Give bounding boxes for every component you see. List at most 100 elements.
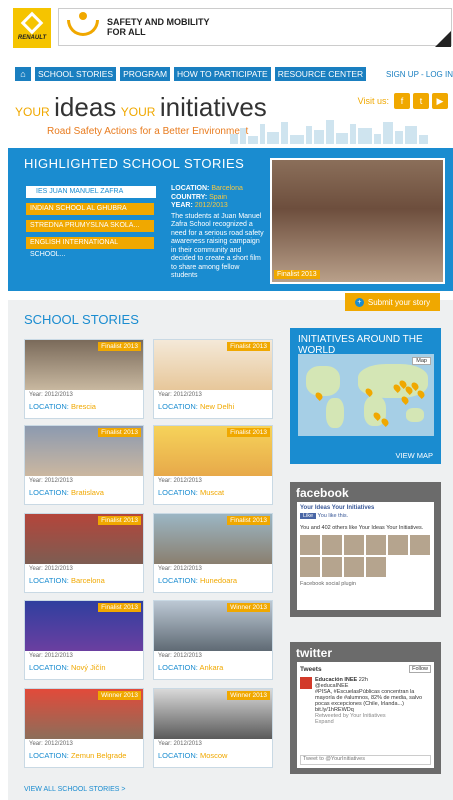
tagline-your-1: YOUR: [15, 105, 50, 119]
highlight-info: LOCATION: Barcelona COUNTRY: Spain YEAR:…: [171, 185, 266, 281]
tweet-avatar[interactable]: [300, 677, 312, 689]
story-card[interactable]: Finalist 2013 Year: 2012/2013 LOCATION: …: [24, 425, 144, 505]
submit-label: Submit your story: [367, 297, 431, 307]
fb-fan-avatar[interactable]: [410, 535, 430, 555]
highlighted-stories-panel: HIGHLIGHTED SCHOOL STORIES IES JUAN MANU…: [8, 148, 453, 291]
fb-fan-avatar[interactable]: [366, 557, 386, 577]
mobility-figure-icon: [67, 12, 101, 42]
highlight-description: The students at Juan Manuel Zafra School…: [171, 212, 264, 280]
fb-fan-avatar[interactable]: [344, 535, 364, 555]
story-card[interactable]: Finalist 2013 Year: 2012/2013 LOCATION: …: [153, 339, 273, 419]
story-year: Year: 2012/2013: [158, 392, 202, 398]
view-map-link[interactable]: VIEW MAP: [395, 451, 433, 460]
story-location: LOCATION: Zemun Belgrade: [29, 751, 127, 760]
visit-us: Visit us: f t ▶: [358, 93, 448, 109]
initiatives-title: INITIATIVES AROUND THE WORLD: [298, 334, 423, 356]
highlight-school-3[interactable]: STREDNA PRUMYSLNA SKOLA...: [26, 220, 154, 232]
fb-fan-avatar[interactable]: [388, 535, 408, 555]
tweets-header: Tweets: [300, 665, 322, 673]
highlighted-title: HIGHLIGHTED SCHOOL STORIES: [24, 156, 245, 171]
highlighted-school-list: IES JUAN MANUEL ZAFRA INDIAN SCHOOL AL G…: [26, 186, 156, 258]
story-location: LOCATION: New Delhi: [158, 402, 235, 411]
story-badge: Finalist 2013: [227, 428, 270, 437]
home-icon[interactable]: ⌂: [15, 67, 31, 81]
nav-program[interactable]: PROGRAM: [120, 67, 171, 81]
story-card[interactable]: Finalist 2013 Year: 2012/2013 LOCATION: …: [153, 513, 273, 593]
highlight-school-2[interactable]: INDIAN SCHOOL AL GHUBRA: [26, 203, 154, 215]
story-location: LOCATION: Hunedoara: [158, 576, 238, 585]
visit-label: Visit us:: [357, 96, 389, 106]
nav-how-to-participate[interactable]: HOW TO PARTICIPATE: [174, 67, 271, 81]
location-value: Barcelona: [211, 185, 243, 192]
story-year: Year: 2012/2013: [29, 478, 73, 484]
fb-fan-avatar[interactable]: [300, 557, 320, 577]
follow-button[interactable]: Follow: [409, 665, 431, 673]
story-year: Year: 2012/2013: [29, 392, 73, 398]
fb-count-text: You and 402 others like Your Ideas Your …: [300, 525, 424, 531]
story-badge: Finalist 2013: [227, 342, 270, 351]
fb-fan-grid: [300, 535, 431, 577]
facebook-widget: facebook Your Ideas Your Initiatives Lik…: [290, 482, 441, 617]
story-card[interactable]: Winner 2013 Year: 2012/2013 LOCATION: Ze…: [24, 688, 144, 768]
school-stories-title: SCHOOL STORIES: [24, 312, 139, 327]
facebook-title: facebook: [296, 486, 349, 500]
twitter-widget: twitter Tweets Follow Educación INEE 22h…: [290, 642, 441, 774]
highlight-school-4[interactable]: ENGLISH INTERNATIONAL SCHOOL...: [26, 237, 154, 258]
nav-school-stories[interactable]: SCHOOL STORIES: [35, 67, 117, 81]
twitter-timeline: Tweets Follow Educación INEE 22h @educaI…: [297, 662, 434, 768]
story-card[interactable]: Winner 2013 Year: 2012/2013 LOCATION: An…: [153, 600, 273, 680]
story-year: Year: 2012/2013: [29, 653, 73, 659]
facebook-icon[interactable]: f: [394, 93, 410, 109]
highlight-school-1[interactable]: IES JUAN MANUEL ZAFRA: [26, 186, 156, 198]
fb-fan-avatar[interactable]: [322, 535, 342, 555]
tweet-body: #PISA, #EscuelasPúblicas concentran la m…: [315, 689, 423, 713]
story-card[interactable]: Finalist 2013 Year: 2012/2013 LOCATION: …: [24, 600, 144, 680]
banner-text: SAFETY AND MOBILITY FOR ALL: [107, 17, 210, 37]
world-map[interactable]: Map: [298, 354, 434, 436]
country-label: COUNTRY:: [171, 193, 208, 201]
story-card[interactable]: Finalist 2013 Year: 2012/2013 LOCATION: …: [24, 339, 144, 419]
fb-fan-avatar[interactable]: [322, 557, 342, 577]
tagline-ideas: ideas: [54, 92, 117, 122]
safety-mobility-banner[interactable]: SAFETY AND MOBILITY FOR ALL: [58, 8, 452, 47]
story-year: Year: 2012/2013: [158, 653, 202, 659]
tagline-subtitle: Road Safety Actions for a Better Environ…: [47, 126, 249, 137]
fb-fan-avatar[interactable]: [300, 535, 320, 555]
story-card[interactable]: Finalist 2013 Year: 2012/2013 LOCATION: …: [153, 425, 273, 505]
submit-story-button[interactable]: + Submit your story: [345, 293, 440, 311]
highlight-photo[interactable]: Finalist 2013: [270, 158, 445, 284]
fb-plugin-note: Facebook social plugin: [300, 581, 356, 587]
twitter-icon[interactable]: t: [413, 93, 429, 109]
fb-fan-avatar[interactable]: [344, 557, 364, 577]
story-year: Year: 2012/2013: [158, 478, 202, 484]
twitter-title: twitter: [296, 646, 332, 660]
plus-icon: +: [354, 297, 364, 307]
tweet-expand[interactable]: Expand: [315, 719, 431, 725]
story-badge: Winner 2013: [227, 691, 270, 700]
story-location: LOCATION: Moscow: [158, 751, 228, 760]
youtube-icon[interactable]: ▶: [432, 93, 448, 109]
story-card[interactable]: Winner 2013 Year: 2012/2013 LOCATION: Mo…: [153, 688, 273, 768]
story-year: Year: 2012/2013: [29, 566, 73, 572]
story-year: Year: 2012/2013: [158, 566, 202, 572]
renault-logo[interactable]: RENAULT: [13, 8, 51, 48]
story-year: Year: 2012/2013: [29, 741, 73, 747]
location-label: LOCATION:: [171, 185, 210, 192]
map-type-select[interactable]: Map: [412, 357, 431, 365]
renault-diamond-icon: [20, 11, 44, 35]
view-all-stories-link[interactable]: VIEW ALL SCHOOL STORIES >: [24, 786, 125, 793]
skyline-decoration: [230, 118, 452, 144]
nav-resource-center[interactable]: RESOURCE CENTER: [274, 67, 367, 81]
tweet-input[interactable]: Tweet to @YourInitiatives: [300, 755, 431, 765]
tweet: Educación INEE 22h @educaINEE #PISA, #Es…: [300, 677, 431, 725]
signup-login-link[interactable]: SIGN UP - LOG IN: [386, 70, 453, 79]
year-value: 2012/2013: [194, 202, 228, 209]
renault-logo-text: RENAULT: [17, 35, 47, 41]
banner-line-2: FOR ALL: [107, 27, 146, 37]
facebook-plugin: Your Ideas Your Initiatives Like You lik…: [297, 502, 434, 610]
story-card[interactable]: Finalist 2013 Year: 2012/2013 LOCATION: …: [24, 513, 144, 593]
fb-like-button[interactable]: Like: [300, 513, 317, 519]
year-label: YEAR:: [171, 202, 193, 209]
fb-fan-avatar[interactable]: [366, 535, 386, 555]
map-pin[interactable]: [380, 417, 390, 427]
